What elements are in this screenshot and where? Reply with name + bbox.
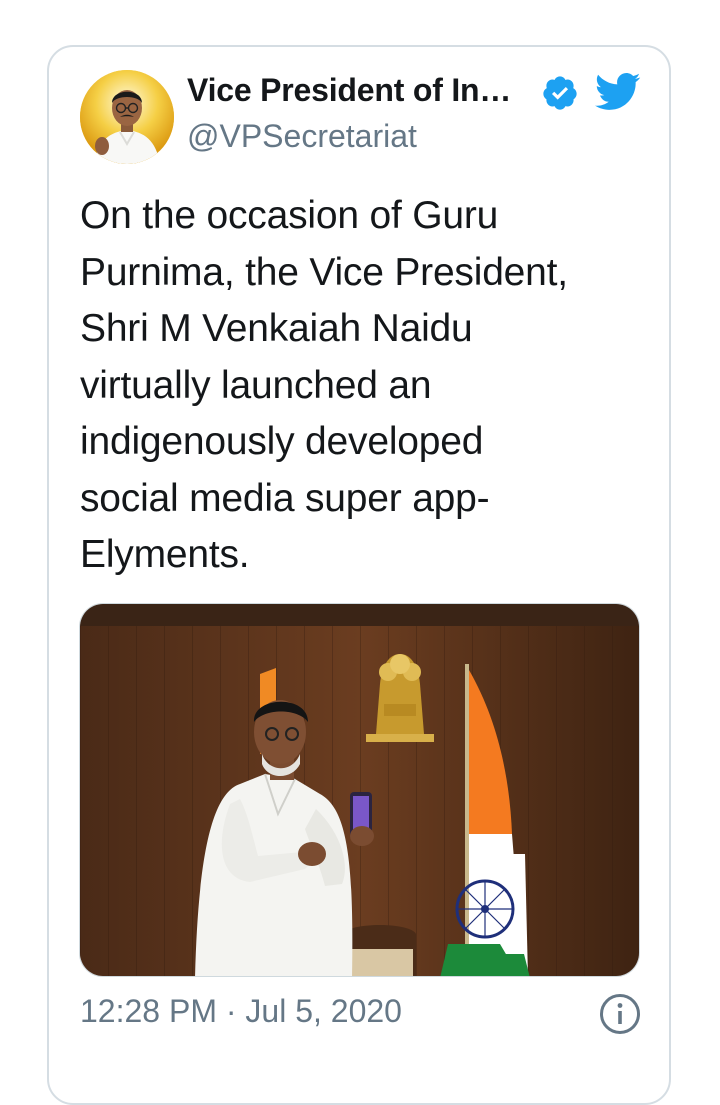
info-icon[interactable] (599, 993, 641, 1035)
tweet-media-photo[interactable] (79, 603, 640, 977)
avatar-portrait (80, 70, 174, 164)
author-name[interactable]: Vice President of In… (187, 72, 511, 109)
tweet-text: On the occasion of Guru Purnima, the Vic… (80, 194, 568, 576)
verified-badge-icon (543, 76, 577, 110)
tweet-timestamp[interactable]: 12:28 PM · Jul 5, 2020 (80, 993, 402, 1030)
twitter-bird-icon[interactable] (595, 72, 641, 112)
profile-avatar[interactable] (80, 70, 174, 164)
author-handle[interactable]: @VPSecretariat (187, 118, 417, 155)
photo-scene (80, 604, 639, 976)
